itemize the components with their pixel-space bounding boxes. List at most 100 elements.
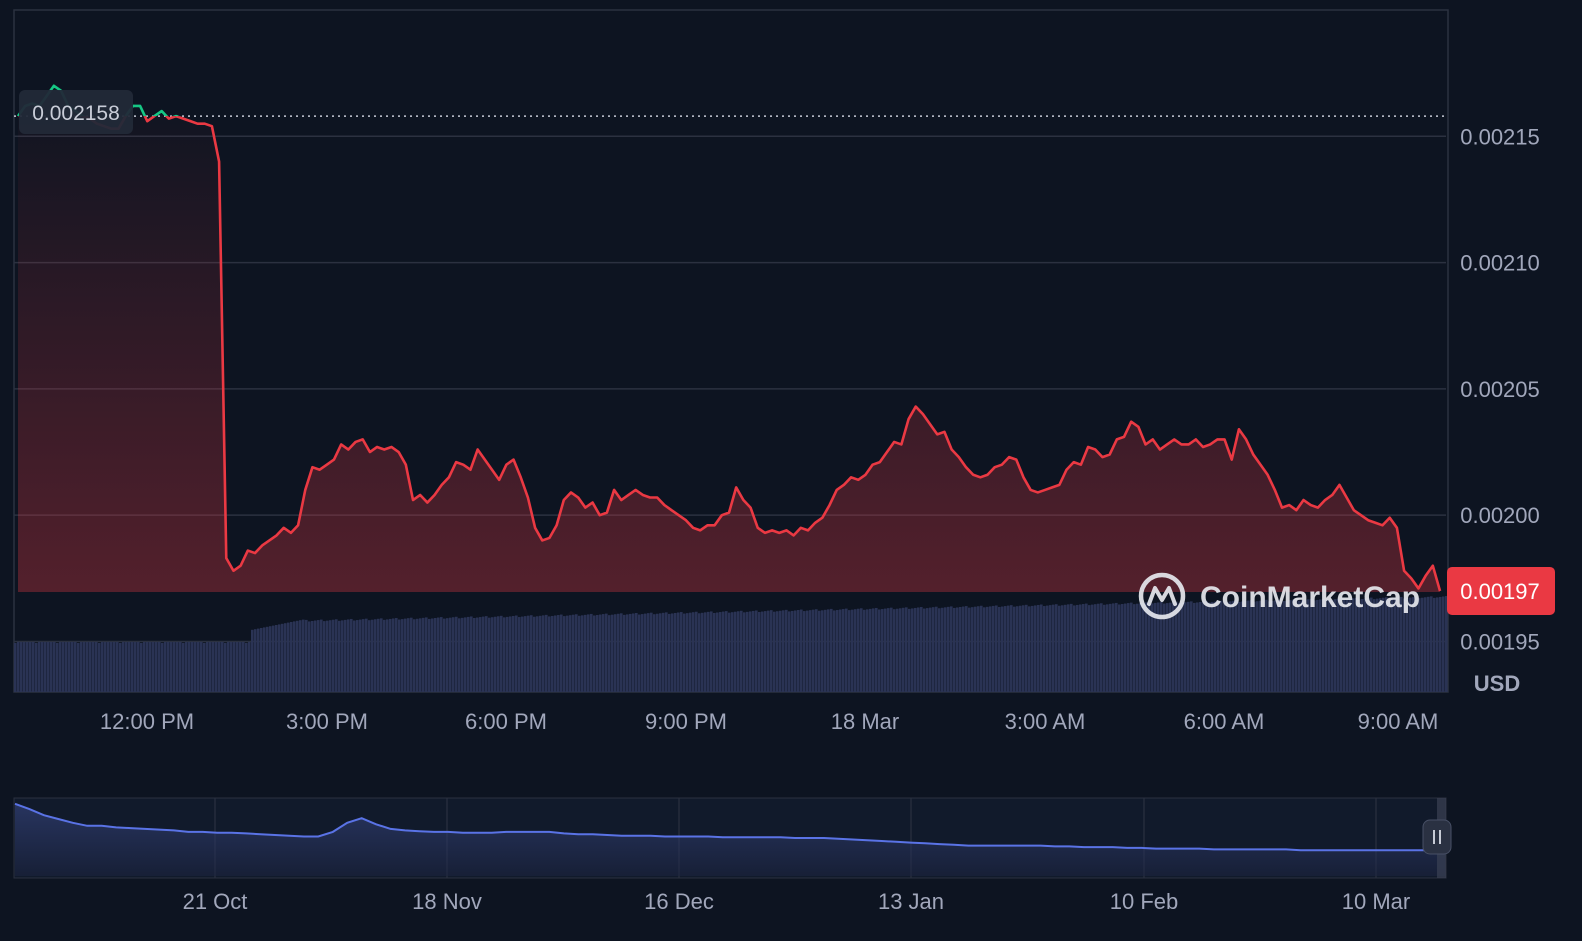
- volume-bar: [365, 618, 368, 692]
- volume-bar: [653, 614, 656, 692]
- volume-bar: [578, 615, 581, 692]
- volume-bar: [1067, 604, 1070, 692]
- volume-bar: [1178, 603, 1181, 692]
- navigator-handle[interactable]: [1422, 819, 1452, 855]
- volume-bar: [443, 618, 446, 692]
- volume-bar: [317, 620, 320, 692]
- volume-bar: [956, 607, 959, 692]
- volume-bar: [659, 613, 662, 692]
- volume-bar: [62, 642, 65, 692]
- volume-bar: [929, 607, 932, 692]
- volume-bar: [806, 610, 809, 692]
- volume-bar: [827, 609, 830, 692]
- volume-bar: [1175, 601, 1178, 692]
- volume-bar: [1298, 600, 1301, 692]
- volume-bar: [1229, 601, 1232, 692]
- volume-bar: [41, 642, 44, 692]
- volume-bar: [662, 612, 665, 692]
- volume-bar: [1133, 604, 1136, 692]
- volume-bar: [1130, 602, 1133, 692]
- volume-bar: [122, 642, 125, 692]
- volume-bar: [878, 609, 881, 692]
- volume-bar: [530, 615, 533, 692]
- volume-bar: [212, 642, 215, 692]
- volume-bar: [323, 621, 326, 692]
- volume-bar: [536, 616, 539, 692]
- volume-bar: [194, 642, 197, 692]
- volume-bar: [176, 642, 179, 692]
- x-tick-label: 18 Mar: [831, 709, 899, 734]
- volume-bar: [206, 642, 209, 692]
- volume-bar: [434, 618, 437, 692]
- volume-bar: [968, 607, 971, 692]
- volume-bar: [845, 608, 848, 692]
- volume-bar: [1013, 606, 1016, 692]
- volume-bar: [1283, 601, 1286, 692]
- volume-bar: [509, 616, 512, 692]
- volume-bar: [68, 642, 71, 692]
- volume-bar: [1433, 597, 1436, 692]
- volume-bar: [713, 612, 716, 692]
- volume-bar: [881, 609, 884, 692]
- volume-bar: [14, 643, 17, 692]
- volume-bar: [590, 613, 593, 692]
- volume-bar: [539, 615, 542, 692]
- volume-bar: [1049, 605, 1052, 692]
- volume-bar: [266, 626, 269, 692]
- volume-bar: [38, 642, 41, 692]
- volume-bar: [77, 643, 80, 692]
- volume-bar: [989, 606, 992, 692]
- volume-bar: [749, 611, 752, 692]
- navigator-tick-label: 13 Jan: [878, 889, 944, 914]
- volume-bar: [779, 610, 782, 692]
- volume-bar: [152, 642, 155, 692]
- volume-bar: [1010, 605, 1013, 692]
- volume-bar: [299, 620, 302, 692]
- volume-bar: [302, 619, 305, 692]
- volume-bar: [413, 619, 416, 692]
- x-tick-label: 12:00 PM: [100, 709, 194, 734]
- volume-bar: [899, 608, 902, 692]
- volume-bar: [134, 642, 137, 692]
- volume-bar: [506, 616, 509, 692]
- volume-bar: [677, 612, 680, 692]
- volume-bar: [959, 607, 962, 692]
- price-chart[interactable]: 0.002158 0.00215 0.00210 0.00205 0.00200 0.0…: [0, 0, 1582, 936]
- volume-bar: [230, 642, 233, 692]
- volume-bar: [35, 643, 38, 692]
- volume-bar: [155, 642, 158, 692]
- volume-bar: [173, 642, 176, 692]
- volume-bar: [311, 620, 314, 692]
- volume-bar: [218, 642, 221, 692]
- volume-bar: [146, 642, 149, 692]
- volume-bar: [245, 643, 248, 692]
- volume-bar: [947, 606, 950, 692]
- volume-bar: [293, 621, 296, 692]
- volume-bar: [890, 607, 893, 692]
- volume-bar: [1052, 604, 1055, 692]
- volume-bar: [1040, 604, 1043, 692]
- volume-bar: [1046, 605, 1049, 692]
- volume-bar: [83, 642, 86, 692]
- volume-bar: [998, 606, 1001, 692]
- volume-bar: [80, 642, 83, 692]
- volume-bar: [227, 642, 230, 692]
- volume-bar: [587, 614, 590, 692]
- volume-bar: [1199, 601, 1202, 692]
- volume-bar: [824, 609, 827, 692]
- volume-bar: [767, 610, 770, 692]
- volume-bar: [254, 629, 257, 692]
- volume-bar: [857, 608, 860, 692]
- volume-bar: [275, 625, 278, 692]
- volume-bar: [398, 619, 401, 692]
- volume-bar: [668, 613, 671, 692]
- volume-bar: [350, 618, 353, 692]
- volume-bar: [1100, 603, 1103, 692]
- volume-bar: [389, 618, 392, 692]
- volume-bar: [641, 614, 644, 692]
- volume-bar: [974, 606, 977, 692]
- volume-bar: [167, 642, 170, 692]
- volume-bar: [701, 612, 704, 692]
- volume-bar: [371, 619, 374, 692]
- volume-bar: [446, 618, 449, 692]
